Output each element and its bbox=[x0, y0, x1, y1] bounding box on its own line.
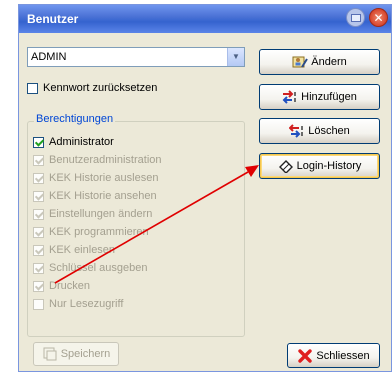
permission-item: Nur Lesezugriff bbox=[33, 298, 123, 310]
permission-checkbox bbox=[33, 172, 44, 184]
add-button-label: Hinzufügen bbox=[301, 91, 357, 103]
reset-password-checkbox[interactable] bbox=[27, 82, 38, 94]
permission-item: Drucken bbox=[33, 280, 90, 292]
title-bar: Benutzer ✕ bbox=[19, 5, 391, 33]
save-button[interactable]: Speichern bbox=[33, 342, 119, 366]
permission-item[interactable]: Administrator bbox=[33, 136, 114, 148]
chevron-down-icon[interactable]: ▼ bbox=[227, 48, 244, 66]
user-select[interactable]: ADMIN ▼ bbox=[27, 47, 245, 67]
permission-item: KEK Historie ansehen bbox=[33, 190, 157, 202]
permission-label: Drucken bbox=[49, 280, 90, 292]
permission-checkbox bbox=[33, 154, 44, 166]
permission-checkbox bbox=[33, 190, 44, 202]
permission-checkbox[interactable] bbox=[33, 136, 44, 148]
permission-item: Benutzeradministration bbox=[33, 154, 162, 166]
permission-label: KEK Historie auslesen bbox=[49, 172, 159, 184]
permission-label: Schlüssel ausgeben bbox=[49, 262, 148, 274]
permission-label: KEK programmieren bbox=[49, 226, 149, 238]
permission-label: Benutzeradministration bbox=[49, 154, 162, 166]
delete-button[interactable]: Löschen bbox=[259, 118, 380, 144]
close-window-icon[interactable]: ✕ bbox=[369, 8, 388, 27]
user-dialog: Benutzer ✕ ADMIN ▼ Kennwort zurücksetzen… bbox=[18, 4, 392, 372]
permission-checkbox bbox=[33, 280, 44, 292]
red-x-icon bbox=[297, 348, 313, 363]
permission-label: KEK Historie ansehen bbox=[49, 190, 157, 202]
eraser-icon bbox=[278, 159, 294, 173]
permission-item: Einstellungen ändern bbox=[33, 208, 152, 220]
save-icon bbox=[42, 347, 58, 361]
permission-item: KEK einlesen bbox=[33, 244, 115, 256]
permission-checkbox bbox=[33, 226, 44, 238]
permission-label: KEK einlesen bbox=[49, 244, 116, 256]
user-select-value: ADMIN bbox=[31, 51, 67, 63]
permission-checkbox bbox=[33, 298, 44, 310]
permission-label: Einstellungen ändern bbox=[49, 208, 153, 220]
close-button[interactable]: Schliessen bbox=[287, 343, 380, 368]
add-arrows-icon bbox=[282, 90, 298, 104]
permission-label: Administrator bbox=[49, 136, 114, 148]
permission-checkbox bbox=[33, 208, 44, 220]
permission-checkbox bbox=[33, 262, 44, 274]
reset-password-label: Kennwort zurücksetzen bbox=[43, 82, 158, 94]
delete-arrows-icon bbox=[289, 124, 305, 138]
window-title: Benutzer bbox=[27, 12, 79, 26]
add-button[interactable]: Hinzufügen bbox=[259, 84, 380, 110]
permission-item: KEK programmieren bbox=[33, 226, 149, 238]
permission-item: Schlüssel ausgeben bbox=[33, 262, 147, 274]
change-button[interactable]: Ändern bbox=[259, 49, 380, 75]
delete-button-label: Löschen bbox=[308, 125, 350, 137]
reset-password-checkbox-row[interactable]: Kennwort zurücksetzen bbox=[27, 82, 157, 94]
window-icon-button[interactable] bbox=[346, 8, 365, 27]
login-history-button-label: Login-History bbox=[296, 160, 362, 172]
login-history-button[interactable]: Login-History bbox=[259, 153, 380, 179]
change-button-label: Ändern bbox=[311, 56, 347, 68]
permission-checkbox bbox=[33, 244, 44, 256]
save-button-label: Speichern bbox=[60, 348, 111, 360]
permission-label: Nur Lesezugriff bbox=[49, 298, 124, 310]
permission-item: KEK Historie auslesen bbox=[33, 172, 158, 184]
close-button-label: Schliessen bbox=[316, 349, 370, 362]
permissions-legend: Berechtigungen bbox=[34, 113, 116, 125]
edit-user-icon bbox=[292, 55, 309, 69]
